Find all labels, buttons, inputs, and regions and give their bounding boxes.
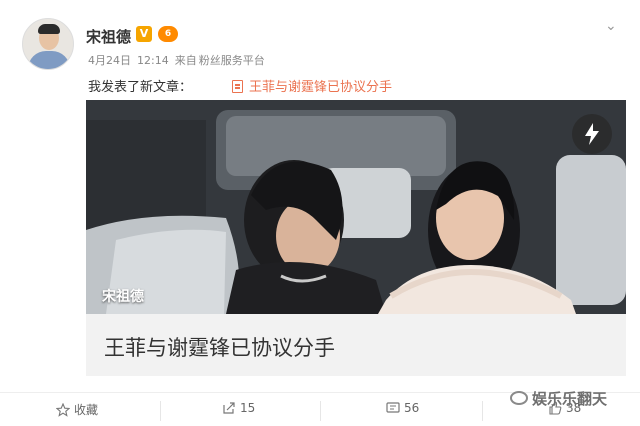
comment-count: 56 [404, 401, 420, 415]
document-icon [232, 80, 243, 93]
article-link-text: 王菲与谢霆锋已协议分手 [249, 80, 393, 95]
star-icon [55, 402, 71, 417]
cover-photo-illustration [86, 100, 626, 314]
avatar[interactable] [22, 18, 74, 70]
cover-author-tag: 宋祖德 [102, 289, 144, 305]
source-prefix: 来自 [174, 54, 197, 67]
watermark-text: 娱乐乐翻天 [532, 390, 608, 408]
post-date: 4月24日 [88, 54, 131, 67]
divider [160, 401, 161, 421]
post-meta: 4月24日 12:14 来自 粉丝服务平台 [88, 52, 271, 68]
repost-button[interactable]: 15 [222, 401, 255, 415]
wechat-icon [510, 391, 528, 405]
repost-count: 15 [240, 401, 256, 415]
article-cover-photo[interactable]: 宋祖德 [86, 100, 626, 314]
avatar-hair [38, 24, 60, 34]
comment-icon [386, 402, 400, 413]
article-card-title[interactable]: 王菲与谢霆锋已协议分手 [104, 332, 335, 362]
repost-icon [223, 402, 235, 414]
user-name[interactable]: 宋祖德 [86, 26, 131, 47]
avatar-body [28, 51, 70, 69]
post-time: 12:14 [137, 54, 169, 67]
article-link[interactable]: 王菲与谢霆锋已协议分手 [232, 76, 392, 95]
watermark: 娱乐乐翻天 [510, 388, 607, 409]
divider [320, 401, 321, 421]
article-card[interactable]: 宋祖德 王菲与谢霆锋已协议分手 [86, 100, 626, 376]
post-source[interactable]: 粉丝服务平台 [199, 54, 265, 67]
flash-badge[interactable] [572, 114, 612, 154]
flash-icon [585, 123, 599, 145]
comment-button[interactable]: 56 [386, 401, 419, 415]
verified-badge-icon: V [136, 26, 152, 42]
post-text: 我发表了新文章： [88, 80, 193, 95]
level-badge-icon: 6 [158, 26, 178, 42]
favorite-button[interactable]: 收藏 [55, 401, 99, 418]
favorite-label: 收藏 [74, 403, 99, 417]
divider [482, 401, 483, 421]
chevron-down-icon[interactable]: ⌄ [605, 18, 617, 34]
